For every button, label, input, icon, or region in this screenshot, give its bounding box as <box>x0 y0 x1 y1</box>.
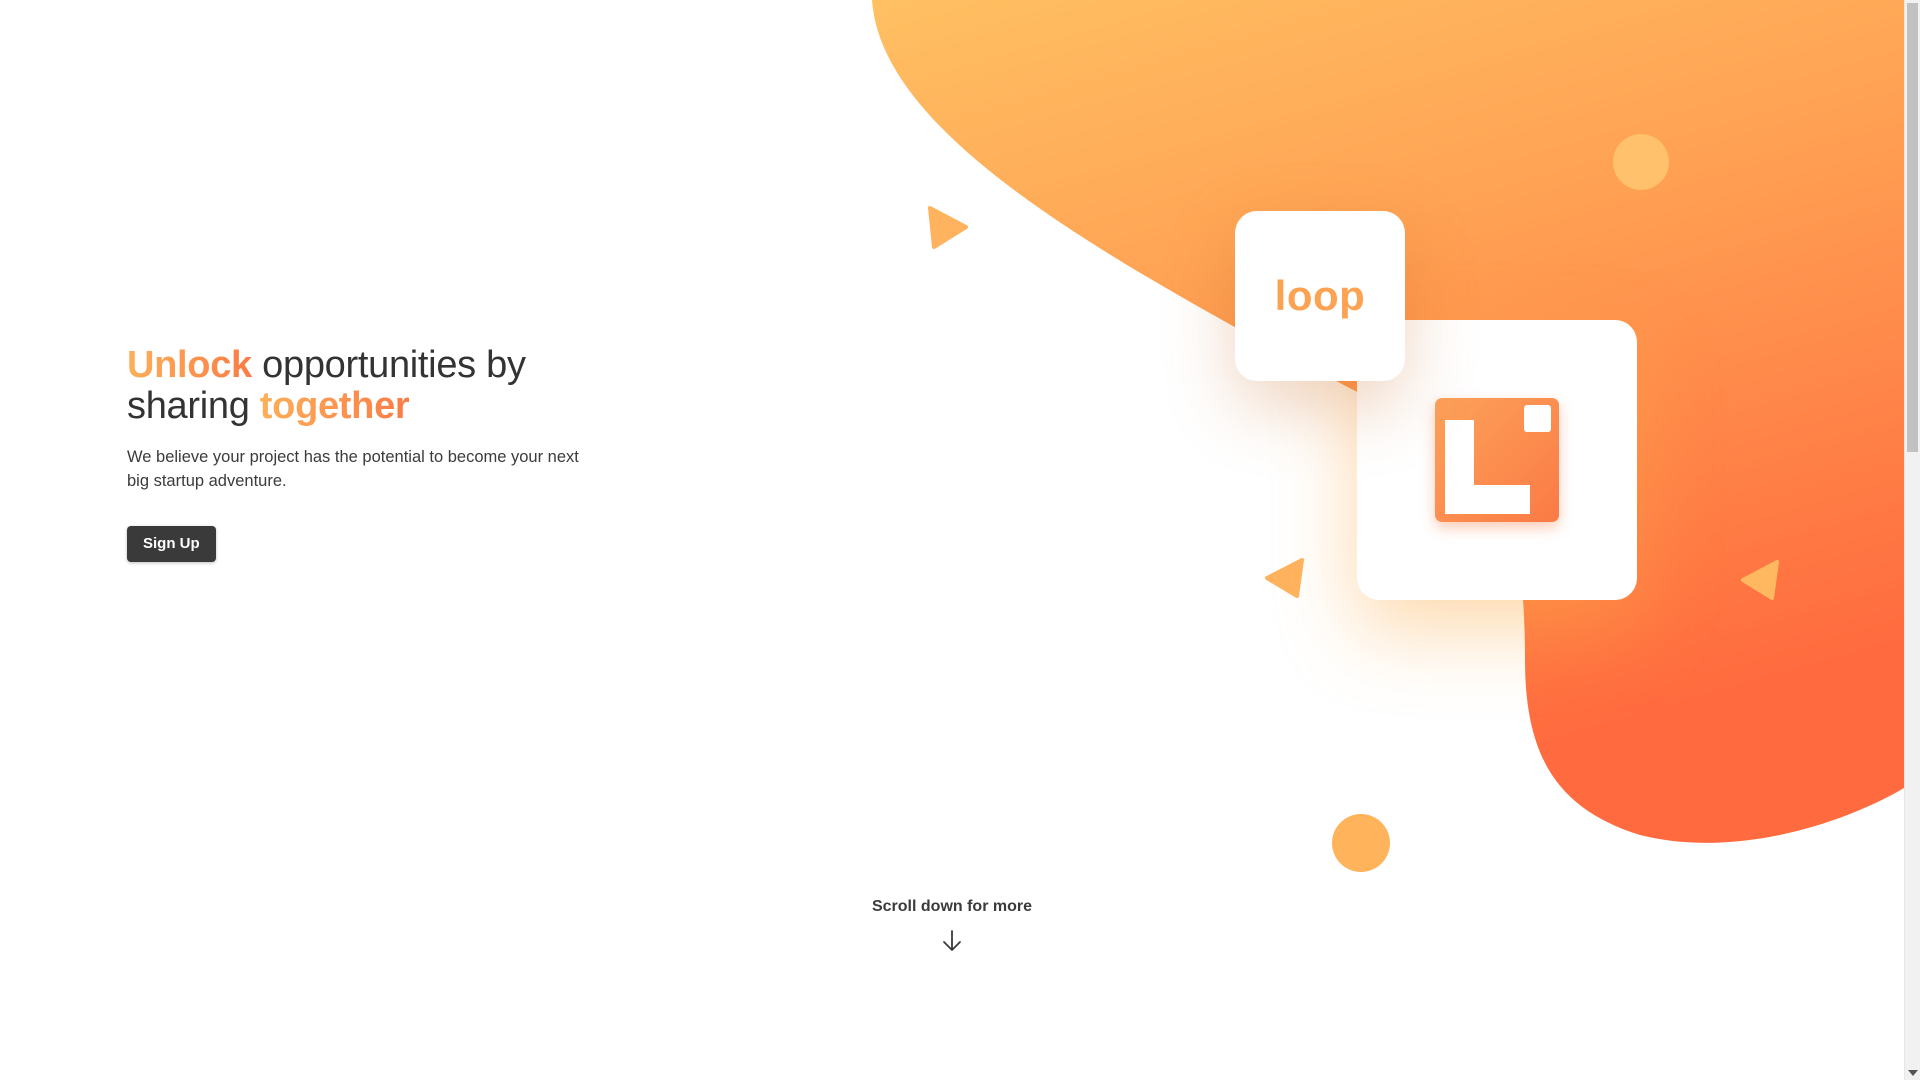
loop-card: loop <box>1235 211 1405 381</box>
circle-icon <box>1332 814 1390 872</box>
loop-wordmark: loop <box>1274 272 1366 319</box>
headline-accent-together: together <box>259 385 410 427</box>
headline-accent-unlock: Unlock <box>127 344 252 386</box>
scroll-hint[interactable]: Scroll down for more <box>0 898 1904 954</box>
scroll-down-arrow-icon[interactable] <box>1908 1070 1918 1076</box>
circle-icon <box>1613 134 1669 190</box>
triangle-icon <box>928 206 968 249</box>
arrow-down-icon <box>943 930 961 951</box>
hero-headline: Unlock opportunities by sharing together <box>127 345 647 427</box>
headline-text-2: sharing <box>127 385 260 427</box>
triangle-icon <box>1265 558 1304 598</box>
scroll-hint-label: Scroll down for more <box>871 898 1032 915</box>
scrollbar-thumb[interactable] <box>1907 3 1918 452</box>
hero-subtext: We believe your project has the potentia… <box>127 448 579 490</box>
headline-text-1: opportunities by <box>251 344 526 386</box>
loop-logo-icon <box>1435 398 1559 522</box>
vertical-scrollbar[interactable] <box>1904 0 1920 1080</box>
hero-section: Unlock opportunities by sharing together … <box>127 345 647 562</box>
landing-page: Unlock opportunities by sharing together … <box>0 0 1904 1080</box>
sign-up-button[interactable]: Sign Up <box>127 526 216 562</box>
